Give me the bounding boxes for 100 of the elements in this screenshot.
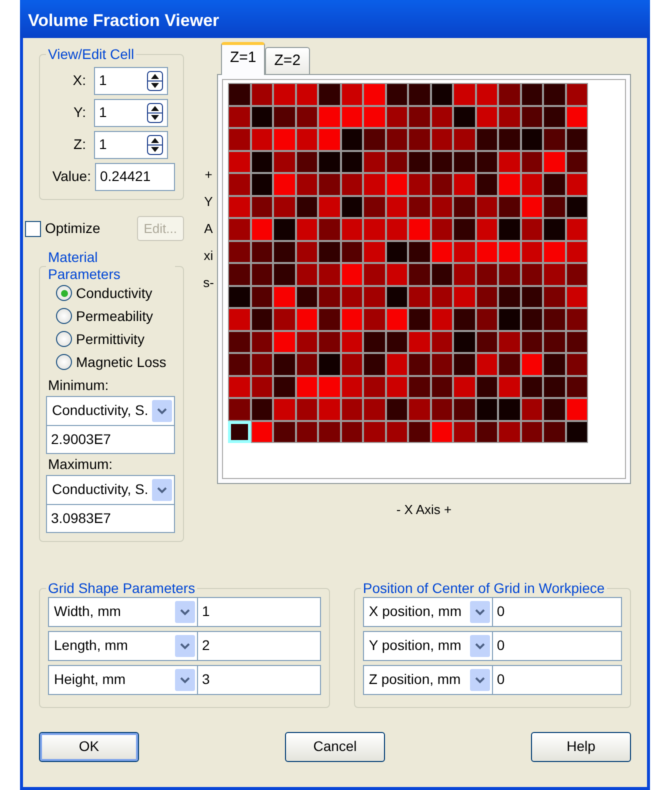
grid-cell[interactable]: [566, 83, 588, 106]
grid-cell[interactable]: [363, 106, 386, 128]
dialog-button[interactable]: Cancel: [285, 732, 385, 762]
spin-field[interactable]: 1: [94, 130, 168, 159]
grid-cell[interactable]: [566, 398, 588, 420]
grid-cell[interactable]: [543, 106, 566, 128]
grid-cell[interactable]: [408, 106, 430, 128]
grid-cell[interactable]: [340, 83, 363, 106]
dropdown-button[interactable]: [470, 600, 490, 623]
grid-cell[interactable]: [520, 196, 543, 218]
grid-cell[interactable]: [273, 308, 296, 330]
grid-cell[interactable]: [250, 150, 273, 173]
grid-cell[interactable]: [273, 83, 296, 106]
grid-cell[interactable]: [228, 330, 250, 353]
grid-cell[interactable]: [296, 263, 318, 286]
radio-label[interactable]: Magnetic Loss: [76, 352, 166, 373]
grid-cell[interactable]: [296, 128, 318, 150]
grid-cell[interactable]: [453, 263, 476, 286]
grid-cell[interactable]: [296, 83, 318, 106]
dropdown[interactable]: Width, mm: [48, 596, 198, 627]
grid-cell[interactable]: [363, 263, 386, 286]
grid-cell[interactable]: [453, 420, 476, 443]
checkbox-label[interactable]: Optimize: [45, 218, 100, 240]
grid-cell[interactable]: [476, 330, 498, 353]
grid-cell[interactable]: [296, 218, 318, 240]
grid-cell[interactable]: [363, 173, 386, 196]
value-field[interactable]: 3.0983E7: [46, 504, 175, 533]
grid-cell[interactable]: [386, 420, 408, 443]
dropdown[interactable]: Length, mm: [48, 630, 198, 661]
dropdown-button[interactable]: [175, 600, 195, 623]
grid-cell[interactable]: [520, 398, 543, 420]
grid-cell[interactable]: [228, 353, 250, 376]
grid-cell[interactable]: [250, 128, 273, 150]
grid-cell[interactable]: [498, 128, 520, 150]
grid-cell[interactable]: [498, 218, 520, 240]
grid-cell[interactable]: [566, 150, 588, 173]
grid-cell[interactable]: [543, 398, 566, 420]
grid-cell[interactable]: [543, 286, 566, 308]
grid-cell[interactable]: [520, 83, 543, 106]
grid-cell[interactable]: [228, 128, 250, 150]
grid-cell[interactable]: [296, 150, 318, 173]
grid-cell[interactable]: [476, 240, 498, 263]
grid-cell[interactable]: [566, 218, 588, 240]
grid-cell[interactable]: [408, 263, 430, 286]
grid-cell[interactable]: [250, 308, 273, 330]
grid-cell[interactable]: [453, 83, 476, 106]
grid-cell[interactable]: [408, 150, 430, 173]
grid-cell[interactable]: [430, 308, 453, 330]
dropdown-button[interactable]: [175, 668, 195, 691]
grid-cell[interactable]: [340, 240, 363, 263]
tab[interactable]: Z=1: [221, 42, 266, 75]
grid-cell[interactable]: [566, 240, 588, 263]
grid-cell[interactable]: [250, 376, 273, 398]
grid-cell[interactable]: [498, 83, 520, 106]
grid-cell[interactable]: [498, 330, 520, 353]
grid-cell[interactable]: [566, 308, 588, 330]
grid-cell[interactable]: [363, 420, 386, 443]
grid-cell[interactable]: [250, 353, 273, 376]
grid-cell[interactable]: [476, 420, 498, 443]
grid-cell[interactable]: [520, 128, 543, 150]
grid-cell[interactable]: [296, 196, 318, 218]
grid-cell[interactable]: [363, 376, 386, 398]
grid-cell[interactable]: [520, 106, 543, 128]
grid-cell[interactable]: [340, 106, 363, 128]
grid-cell[interactable]: [273, 218, 296, 240]
grid-cell[interactable]: [566, 106, 588, 128]
dialog-button[interactable]: OK: [39, 732, 139, 762]
grid-cell[interactable]: [386, 83, 408, 106]
grid-cell[interactable]: [340, 263, 363, 286]
dropdown[interactable]: X position, mm: [362, 596, 493, 627]
grid-cell[interactable]: [386, 376, 408, 398]
spinner-arrows-icon[interactable]: [147, 70, 163, 91]
grid-cell[interactable]: [273, 420, 296, 443]
grid-cell[interactable]: [453, 196, 476, 218]
grid-cell[interactable]: [543, 330, 566, 353]
grid-cell[interactable]: [318, 173, 340, 196]
grid-cell[interactable]: [318, 420, 340, 443]
grid-cell[interactable]: [318, 106, 340, 128]
grid-cell[interactable]: [228, 420, 250, 443]
dropdown[interactable]: Conductivity, S.: [46, 474, 175, 505]
grid-cell[interactable]: [408, 420, 430, 443]
grid-cell[interactable]: [228, 83, 250, 106]
grid-cell[interactable]: [340, 128, 363, 150]
grid-cell[interactable]: [228, 240, 250, 263]
grid-cell[interactable]: [498, 196, 520, 218]
grid-cell[interactable]: [430, 218, 453, 240]
grid-cell[interactable]: [296, 330, 318, 353]
grid-cell[interactable]: [408, 196, 430, 218]
grid-cell[interactable]: [566, 330, 588, 353]
grid-cell[interactable]: [520, 286, 543, 308]
grid-cell[interactable]: [520, 353, 543, 376]
grid-cell[interactable]: [250, 196, 273, 218]
radio-label[interactable]: Permeability: [76, 306, 154, 327]
grid-cell[interactable]: [453, 128, 476, 150]
grid-cell[interactable]: [228, 308, 250, 330]
grid-cell[interactable]: [543, 353, 566, 376]
grid-cell[interactable]: [543, 196, 566, 218]
grid-cell[interactable]: [453, 240, 476, 263]
grid-cell[interactable]: [340, 353, 363, 376]
grid-cell[interactable]: [543, 173, 566, 196]
